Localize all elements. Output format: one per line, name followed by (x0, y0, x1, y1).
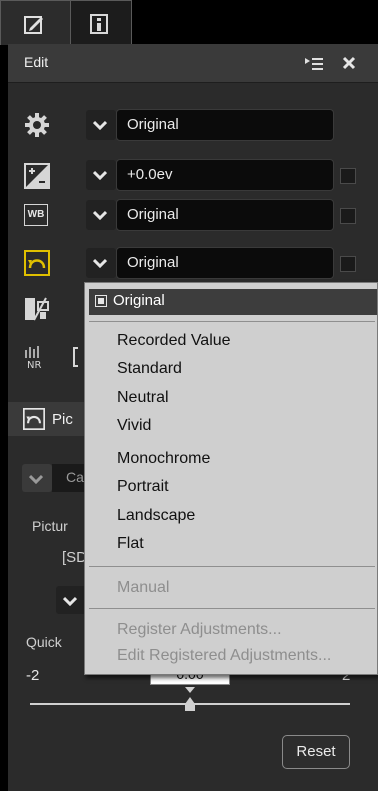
slider-thumb[interactable] (183, 696, 197, 712)
edit-icon (24, 16, 43, 34)
menu-item-vivid[interactable]: Vivid (117, 417, 151, 435)
svg-text:NR: NR (27, 360, 41, 370)
menu-item-edit-registered-adjustments: Edit Registered Adjustments... (117, 647, 332, 664)
white-balance-icon: WB (24, 204, 48, 226)
picture-control-checkbox[interactable] (340, 256, 356, 272)
menu-item-recorded-value[interactable]: Recorded Value (117, 332, 231, 350)
picture-control-camera-label: Ca (66, 469, 84, 485)
menu-item-standard[interactable]: Standard (117, 360, 182, 378)
menu-item-register-adjustments: Register Adjustments... (117, 621, 282, 638)
picture-control-chevron[interactable] (22, 464, 52, 492)
gear-icon (25, 113, 49, 137)
exposure-combo[interactable]: +0.0ev (116, 159, 334, 191)
tab-info[interactable] (70, 0, 132, 45)
reset-button[interactable]: Reset (282, 735, 350, 769)
quick-adjust-label: Quick (26, 634, 62, 650)
exposure-checkbox[interactable] (340, 168, 356, 184)
chevron-down-icon (63, 596, 77, 606)
row-dropdown-chevron[interactable] (86, 160, 116, 190)
menu-item-neutral[interactable]: Neutral (117, 389, 169, 407)
menu-item-manual: Manual (117, 579, 170, 596)
tab-edit[interactable] (0, 0, 72, 45)
edit-panel-title: Edit (24, 54, 49, 70)
info-icon (90, 14, 108, 34)
edit-panel-header: Edit (8, 44, 378, 83)
picture-control-icon (23, 408, 45, 430)
chevron-down-icon (93, 120, 107, 130)
picture-control-label: Pictur (32, 518, 68, 534)
panel-menu-icon[interactable] (304, 57, 324, 71)
chevron-down-icon (93, 258, 107, 268)
menu-item-landscape[interactable]: Landscape (117, 507, 195, 525)
menu-item-selected[interactable]: Original (89, 289, 377, 315)
menu-item-monochrome[interactable]: Monochrome (117, 450, 210, 468)
crop-icon (73, 347, 78, 367)
chevron-down-icon (93, 170, 107, 180)
white-balance-combo[interactable]: Original (116, 199, 334, 231)
d-lighting-icon (25, 297, 49, 321)
picture-control-chevron-2[interactable] (56, 586, 86, 614)
picture-control-panel-title: Pic (52, 411, 73, 428)
picture-control-base-combo[interactable]: Original (116, 109, 334, 141)
menu-item-selected-label: Original (113, 292, 165, 309)
menu-separator (89, 321, 375, 322)
picture-control-dropdown-menu: Original Recorded Value Standard Neutral… (84, 282, 378, 675)
row-dropdown-chevron[interactable] (86, 200, 116, 230)
exposure-compensation-icon (24, 163, 50, 189)
slider-center-marker (185, 687, 195, 693)
row-dropdown-chevron[interactable] (86, 110, 116, 140)
picture-control-icon (24, 250, 50, 276)
picture-control-combo[interactable]: Original (116, 247, 334, 279)
chevron-down-icon (29, 474, 43, 484)
selected-indicator-icon (95, 295, 107, 307)
close-icon[interactable] (342, 56, 356, 70)
noise-reduction-icon: NR (25, 346, 41, 370)
menu-separator (89, 608, 375, 609)
menu-separator (89, 566, 375, 567)
row-dropdown-chevron[interactable] (86, 248, 116, 278)
menu-item-portrait[interactable]: Portrait (117, 478, 169, 496)
menu-item-flat[interactable]: Flat (117, 535, 144, 553)
white-balance-checkbox[interactable] (340, 208, 356, 224)
slider-min-label: -2 (26, 667, 40, 684)
chevron-down-icon (93, 210, 107, 220)
